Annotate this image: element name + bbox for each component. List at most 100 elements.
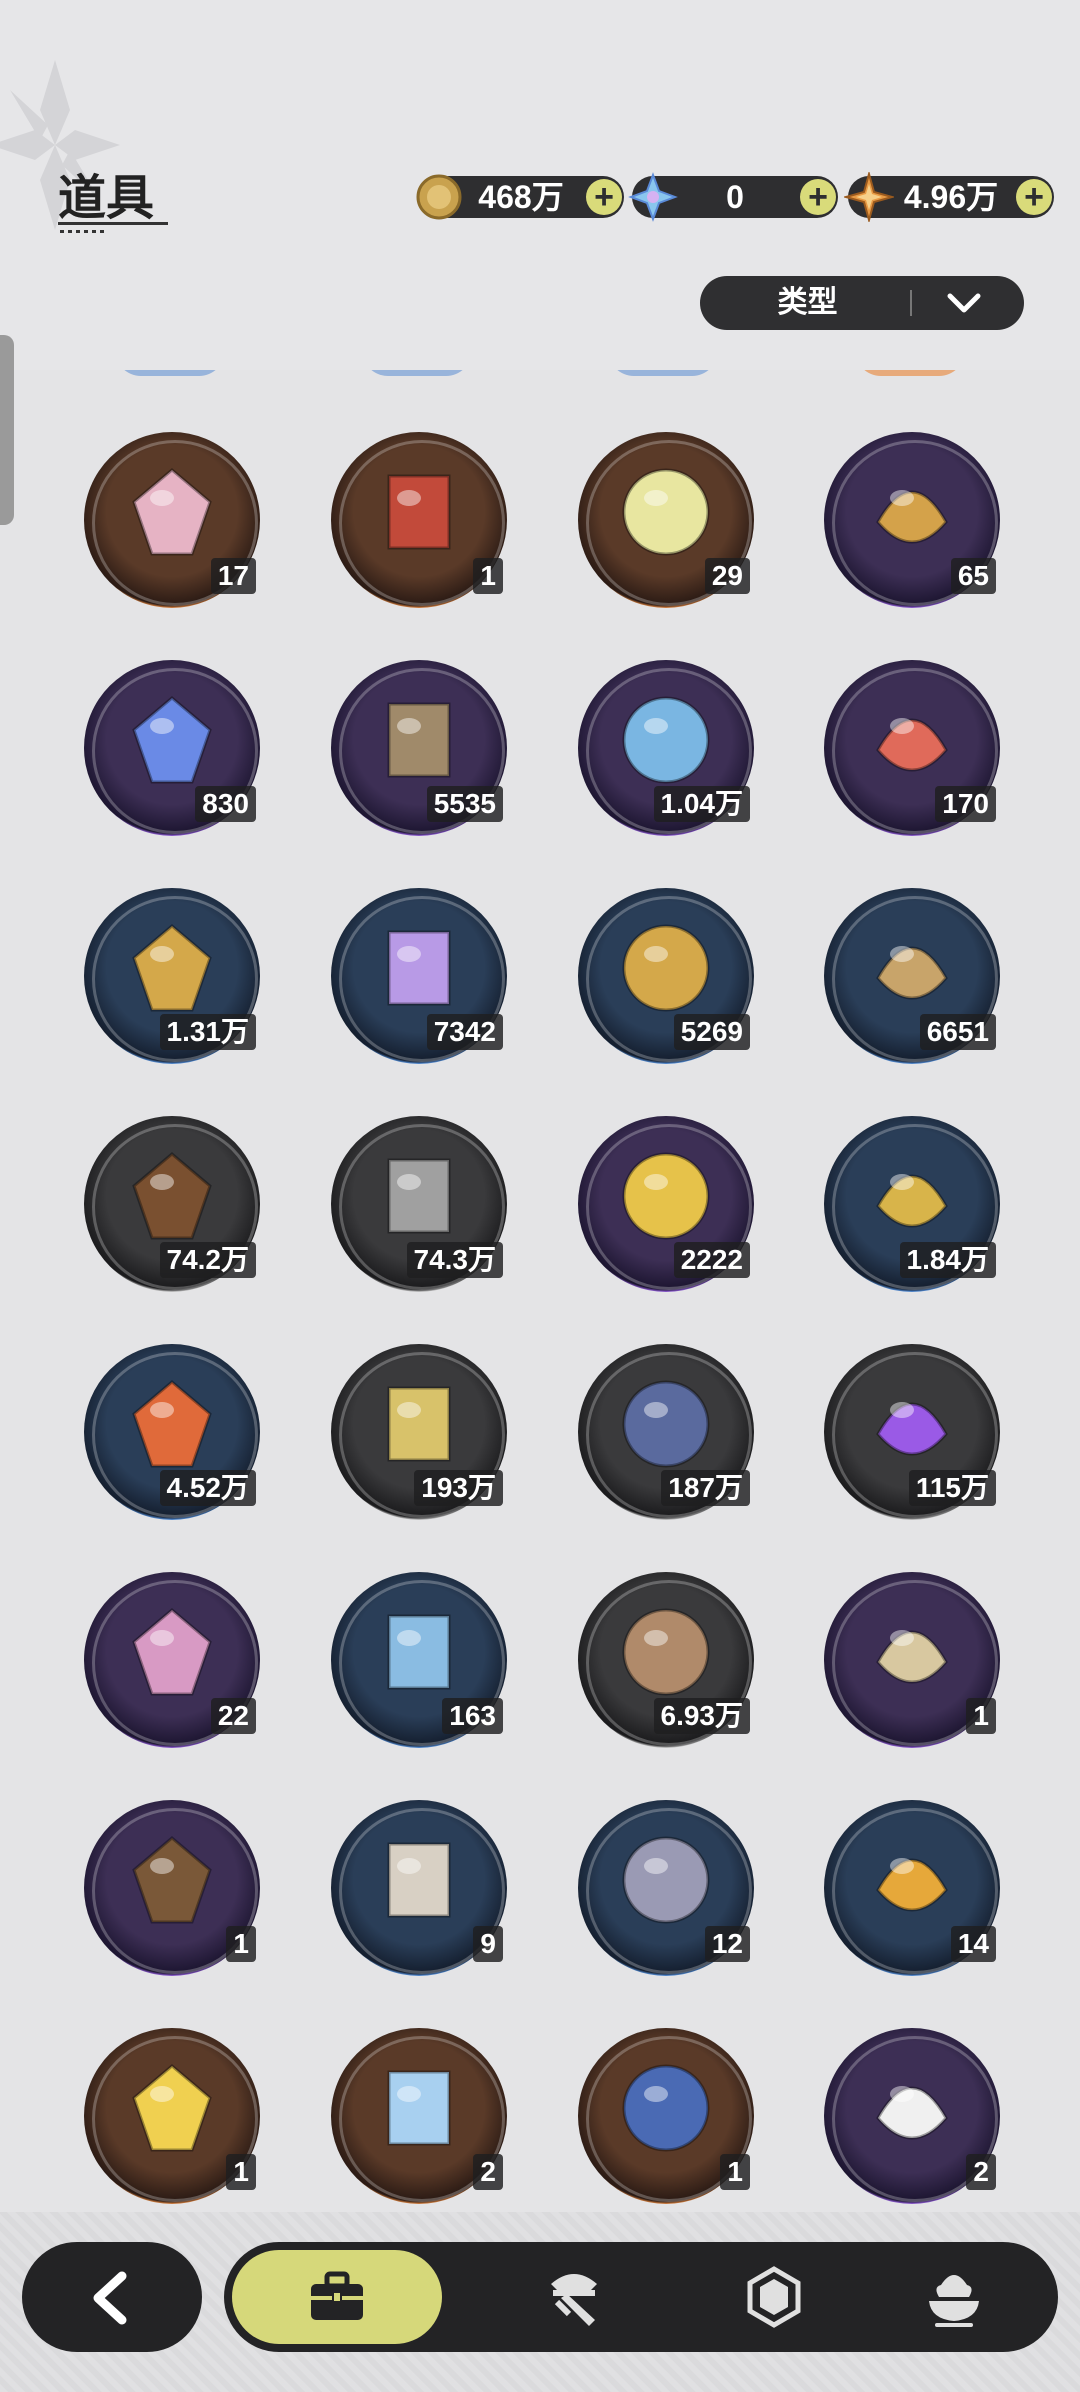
item-count: 5269 <box>673 1014 750 1050</box>
gold-dust-icon <box>876 1174 948 1228</box>
wheel-ticket-icon <box>387 474 451 550</box>
item-slot[interactable]: 2222 <box>578 1116 754 1292</box>
item-count: 2 <box>966 2154 996 2190</box>
item-count: 74.2万 <box>159 1242 256 1278</box>
item-slot[interactable]: 7342 <box>331 888 507 1064</box>
item-count: 1 <box>226 2154 256 2190</box>
item-slot[interactable]: 17 <box>84 432 260 608</box>
item-slot[interactable]: 6651 <box>824 888 1000 1064</box>
item-slot[interactable]: 163 <box>331 1572 507 1748</box>
pillow-icon <box>876 2086 948 2140</box>
item-slot[interactable]: 170 <box>824 660 1000 836</box>
fist-coin-icon <box>387 702 451 778</box>
item-count: 830 <box>195 786 256 822</box>
coin-add-button[interactable]: + <box>586 179 622 215</box>
hexagon-gem-icon <box>747 2266 801 2328</box>
item-count: 4.52万 <box>159 1470 256 1506</box>
item-count: 170 <box>935 786 996 822</box>
red-crystal-icon <box>132 1380 212 1468</box>
item-slot[interactable]: 1.84万 <box>824 1116 1000 1292</box>
stone-bricks-icon <box>387 1158 451 1234</box>
crystal-add-button[interactable]: + <box>800 179 836 215</box>
item-count: 22 <box>210 1698 256 1734</box>
item-count: 1.84万 <box>899 1242 996 1278</box>
peach-fruit-icon <box>132 468 212 556</box>
item-slot[interactable]: 29 <box>578 432 754 608</box>
star-gem-amount: 4.96万 <box>903 179 999 215</box>
item-slot[interactable]: 5269 <box>578 888 754 1064</box>
meal-ticket-icon <box>876 490 948 544</box>
golden-blade-icon <box>132 924 212 1012</box>
item-slot[interactable]: 1 <box>84 2028 260 2204</box>
item-slot[interactable]: 65 <box>824 432 1000 608</box>
back-button[interactable] <box>22 2242 202 2352</box>
item-slot[interactable]: 14 <box>824 1800 1000 1976</box>
item-slot[interactable]: 1.04万 <box>578 660 754 836</box>
item-count: 29 <box>704 558 750 594</box>
item-slot[interactable]: 193万 <box>331 1344 507 1520</box>
blue-book-icon <box>622 2064 710 2152</box>
item-count: 115万 <box>908 1470 996 1506</box>
item-slot[interactable]: 5535 <box>331 660 507 836</box>
item-count: 1 <box>226 1926 256 1962</box>
item-count: 9 <box>473 1926 503 1962</box>
item-slot[interactable]: 1 <box>84 1800 260 1976</box>
item-count: 6651 <box>919 1014 996 1050</box>
item-slot[interactable]: 2 <box>331 2028 507 2204</box>
item-slot[interactable]: 830 <box>84 660 260 836</box>
heart-coin-icon <box>876 718 948 772</box>
side-drawer-handle[interactable] <box>0 335 14 525</box>
item-slot[interactable]: 1 <box>331 432 507 608</box>
item-count: 12 <box>704 1926 750 1962</box>
tab-equipment[interactable] <box>474 2250 674 2344</box>
type-filter-dropdown[interactable]: 类型 <box>700 276 1024 330</box>
tab-gems[interactable] <box>674 2250 874 2344</box>
filter-separator <box>910 290 912 316</box>
star-gem-add-button[interactable]: + <box>1016 179 1052 215</box>
coin-amount: 468万 <box>478 179 564 215</box>
item-count: 14 <box>950 1926 996 1962</box>
brown-feed-bag-icon <box>622 1608 710 1696</box>
item-count: 187万 <box>661 1470 750 1506</box>
item-count: 5535 <box>426 786 503 822</box>
item-slot[interactable]: 1.31万 <box>84 888 260 1064</box>
scale-gem-icon <box>387 930 451 1006</box>
item-count: 74.3万 <box>406 1242 503 1278</box>
dark-crystal-icon <box>622 1380 710 1468</box>
item-count: 193万 <box>414 1470 503 1506</box>
item-count: 1.31万 <box>159 1014 256 1050</box>
item-slot[interactable]: 115万 <box>824 1344 1000 1520</box>
leaf-icon <box>876 946 948 1000</box>
coin-icon <box>416 174 462 220</box>
purple-orb-icon <box>876 1402 948 1456</box>
item-slot[interactable]: 4.52万 <box>84 1344 260 1520</box>
coin-currency: 468万 + <box>416 174 624 220</box>
title-dots <box>60 230 106 233</box>
bottom-navigation <box>0 2212 1080 2392</box>
type-filter-label: 类型 <box>777 286 838 319</box>
item-slot[interactable]: 74.2万 <box>84 1116 260 1292</box>
plain-egg-icon <box>387 1842 451 1918</box>
item-count: 2222 <box>673 1242 750 1278</box>
rainbow-ticket-icon <box>622 468 710 556</box>
title-underline <box>58 222 168 225</box>
item-slot[interactable]: 1 <box>578 2028 754 2204</box>
item-slot[interactable]: 2 <box>824 2028 1000 2204</box>
item-slot[interactable]: 187万 <box>578 1344 754 1520</box>
item-slot[interactable]: 22 <box>84 1572 260 1748</box>
star-gem-icon <box>844 172 894 222</box>
crystal-currency: 0 + <box>628 172 838 222</box>
item-count: 1 <box>720 2154 750 2190</box>
item-slot[interactable]: 6.93万 <box>578 1572 754 1748</box>
grey-bundle-icon <box>622 1836 710 1924</box>
tab-items[interactable] <box>232 2250 442 2344</box>
item-slot[interactable]: 74.3万 <box>331 1116 507 1292</box>
item-slot[interactable]: 9 <box>331 1800 507 1976</box>
item-slot[interactable]: 1 <box>824 1572 1000 1748</box>
item-slot[interactable]: 12 <box>578 1800 754 1976</box>
item-count: 6.93万 <box>653 1698 750 1734</box>
page-title: 道具 <box>58 172 155 225</box>
diamond-gift-icon <box>387 2070 451 2146</box>
tab-food[interactable] <box>854 2250 1054 2344</box>
chevron-down-icon <box>947 293 981 313</box>
